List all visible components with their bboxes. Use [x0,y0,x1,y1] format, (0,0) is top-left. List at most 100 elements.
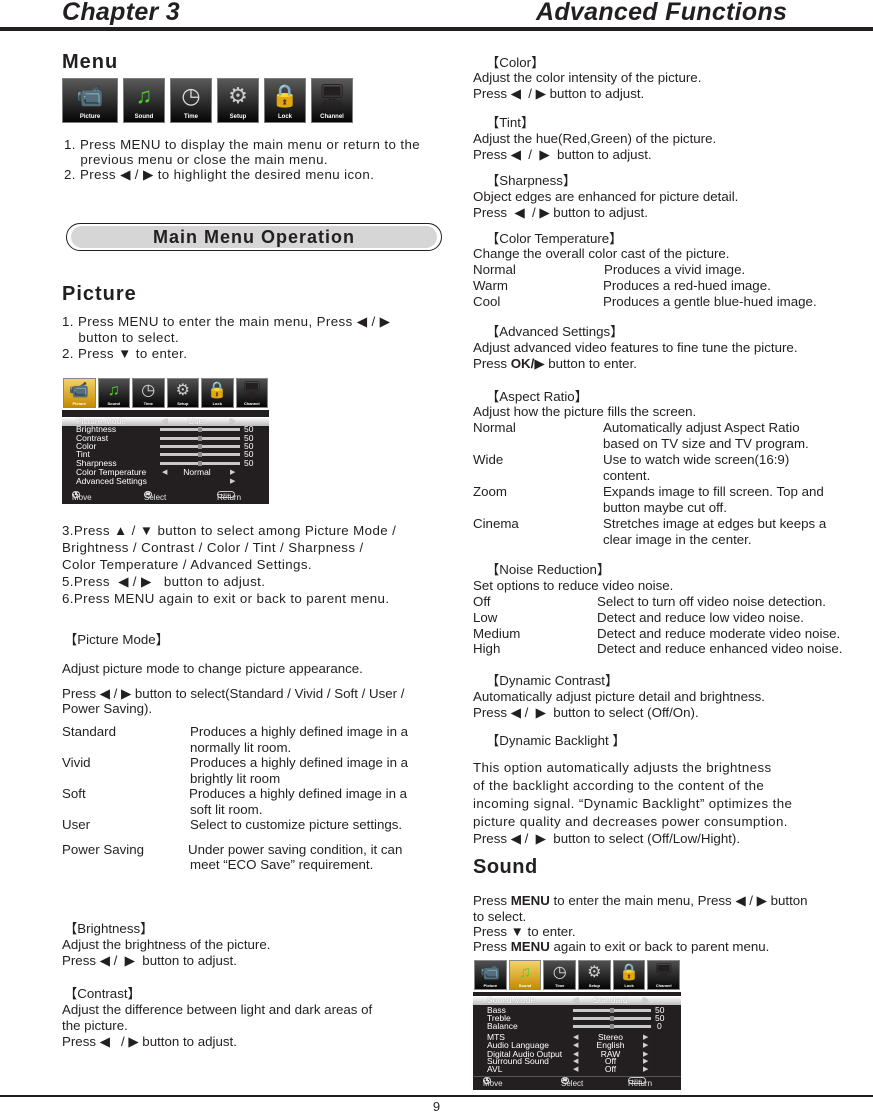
osd-sound-tab-icon: ♫ Sound [508,960,542,990]
picture-mode-press-cont: Power Saving). [62,701,153,716]
picture-osd-screenshot: 📹 Picture ♫ Sound ◷ Time ⚙ Setup 🔒 Lock 🖥 Chan… [62,376,269,493]
osd-row-avl: AVL ◀ Off ▶ [487,1064,649,1074]
picture-heading: Picture [62,283,137,305]
dynamic-contrast-desc: Automatically adjust picture detail and … [473,689,765,704]
osd-picture-tab-icon: 📹 Picture [474,960,507,990]
header-divider [0,27,873,31]
osd-picture-tab-icon: 📹 Picture [63,378,96,408]
picture-step-3: 3.Press ▲ / ▼ button to select among Pic… [62,523,397,538]
dynamic-backlight-press: Press ◀ / ▶ button to select (Off/Low/Hi… [473,831,741,846]
picture-step-2: 2. Press ▼ to enter. [62,346,188,361]
mode-desc-soft: Produces a highly defined image in a [189,786,408,801]
dynamic-backlight-line-4: picture quality and decreases power cons… [473,814,788,829]
contrast-desc: Adjust the difference between light and … [62,1002,373,1017]
osd-lock-tab-icon: 🔒 Lock [201,378,234,408]
contrast-heading: 【Contrast】 [64,986,141,1001]
menu-step-1: 1. Press MENU to display the main menu o… [64,137,421,152]
mode-desc-vivid-cont: brightly lit room [190,771,281,786]
ar-desc-cinema-cont: clear image in the center. [603,532,752,547]
nr-name-high: High [473,641,501,656]
aspect-ratio-intro: Adjust how the picture fills the screen. [473,404,697,419]
ar-desc-wide: Use to watch wide screen(16:9) [603,452,790,467]
osd-row-balance: Balance 0 [487,1021,662,1031]
mode-name-user: User [62,817,91,832]
sound-heading: Sound [473,856,538,878]
osd-channel-tab-icon: 🖥 Channel [647,960,681,990]
osd-time-tab-icon: ◷ Time [543,960,577,990]
picture-step-5: 5.Press ◀ / ▶ button to adjust. [62,574,266,589]
ar-desc-cinema: Stretches image at edges but keeps a [603,516,827,531]
osd-setup-tab-icon: ⚙ Setup [578,960,611,990]
dynamic-backlight-heading: 【Dynamic Backlight 】 [486,733,626,748]
osd-tab-bar: 📹 Picture ♫ Sound ◷ Time ⚙ Setup 🔒 Lock 🖥 Chan… [62,376,269,410]
channel-menu-icon: 🖥 Channel [311,78,353,123]
nr-name-off: Off [473,594,491,609]
mode-name-standard: Standard [62,724,116,739]
color-press: Press ◀ / ▶ button to adjust. [473,86,645,101]
picture-step-1-cont: button to select. [62,330,180,345]
tint-heading: 【Tint】 [486,115,535,130]
picture-mode-intro: Adjust picture mode to change picture ap… [62,661,363,676]
dynamic-contrast-heading: 【Dynamic Contrast】 [486,673,619,688]
ar-name-normal: Normal [473,420,516,435]
contrast-desc-cont: the picture. [62,1018,128,1033]
menu-step-1-cont: previous menu or close the main menu. [64,152,328,167]
ar-name-cinema: Cinema [473,516,519,531]
ar-desc-zoom-cont: button maybe cut off. [603,500,727,515]
sharpness-heading: 【Sharpness】 [486,173,577,188]
ar-desc-wide-cont: content. [603,468,651,483]
menu-step-2: 2. Press ◀ / ▶ to highlight the desired … [64,167,375,182]
brightness-desc: Adjust the brightness of the picture. [62,937,271,952]
sound-step-1-cont: to select. [473,909,527,924]
lock-menu-icon: 🔒 Lock [264,78,306,123]
picture-mode-heading: 【Picture Mode】 [64,632,169,647]
sound-step-2: Press ▼ to enter. [473,924,576,939]
osd-tab-bar: 📹 Picture ♫ Sound ◷ Time ⚙ Setup 🔒 Lock 🖥 Chan… [473,958,681,992]
dynamic-backlight-line-3: incoming signal. “Dynamic Backlight” opt… [473,796,793,811]
ct-desc-warm: Produces a red-hued image. [603,278,771,293]
menu-icon-row: 📹 Picture ♫ Sound ◷ Time ⚙ Setup 🔒 Lock 🖥 Chan… [62,78,353,123]
nr-desc-off: Select to turn off video noise detection… [597,594,826,609]
aspect-ratio-heading: 【Aspect Ratio】 [486,389,588,404]
mode-desc-standard-cont: normally lit room. [190,740,292,755]
osd-row-sound-mode: Sound Mode ◀ Standard ▶ [487,995,649,1005]
sound-osd-screenshot: 📹 Picture ♫ Sound ◷ Time ⚙ Setup 🔒 Lock 🖥 Chan… [473,958,681,1090]
mode-desc-user: Select to customize picture settings. [190,817,403,832]
time-menu-icon: ◷ Time [170,78,212,123]
osd-setup-tab-icon: ⚙ Setup [166,378,199,408]
main-menu-operation-banner: Main Menu Operation [66,223,442,251]
color-temperature-heading: 【Color Temperature】 [486,231,623,246]
noise-reduction-heading: 【Noise Reduction】 [486,562,611,577]
picture-mode-press: Press ◀ / ▶ button to select(Standard / … [62,686,405,701]
ct-name-normal: Normal [473,262,516,277]
ct-name-warm: Warm [473,278,508,293]
footer-divider [0,1095,873,1097]
ar-desc-normal-cont: based on TV size and TV program. [603,436,809,451]
osd-lock-tab-icon: 🔒 Lock [612,960,646,990]
picture-step-1: 1. Press MENU to enter the main menu, Pr… [62,314,391,329]
osd-row-advanced-settings: Advanced Settings ▶ [76,476,236,486]
mode-desc-soft-cont: soft lit room. [190,802,263,817]
nr-name-low: Low [473,610,498,625]
setup-menu-icon: ⚙ Setup [217,78,259,123]
sound-osd-footer: ▲ ▼ Move ◀ ▶ Select MENU Return [473,1076,681,1090]
osd-time-tab-icon: ◷ Time [132,378,165,408]
nr-name-medium: Medium [473,626,521,641]
sound-step-3: Press MENU again to exit or back to pare… [473,939,770,954]
page-number: 9 [432,1099,441,1113]
mode-desc-power-saving-cont: meet “ECO Save” requirement. [190,857,374,872]
contrast-press: Press ◀ / ▶ button to adjust. [62,1034,237,1049]
advanced-settings-heading: 【Advanced Settings】 [486,324,624,339]
ar-name-wide: Wide [473,452,504,467]
mode-name-vivid: Vivid [62,755,91,770]
picture-step-3-cont-2: Color Temperature / Advanced Settings. [62,557,312,572]
chapter-label: Chapter 3 [62,0,181,26]
main-menu-operation-title: Main Menu Operation [71,226,437,248]
noise-reduction-intro: Set options to reduce video noise. [473,578,674,593]
ct-name-cool: Cool [473,294,501,309]
ar-name-zoom: Zoom [473,484,507,499]
sharpness-desc: Object edges are enhanced for picture de… [473,189,739,204]
ct-desc-normal: Produces a vivid image. [604,262,746,277]
dynamic-backlight-line-1: This option automatically adjusts the br… [473,760,772,775]
osd-sound-tab-icon: ♫ Sound [97,378,130,408]
